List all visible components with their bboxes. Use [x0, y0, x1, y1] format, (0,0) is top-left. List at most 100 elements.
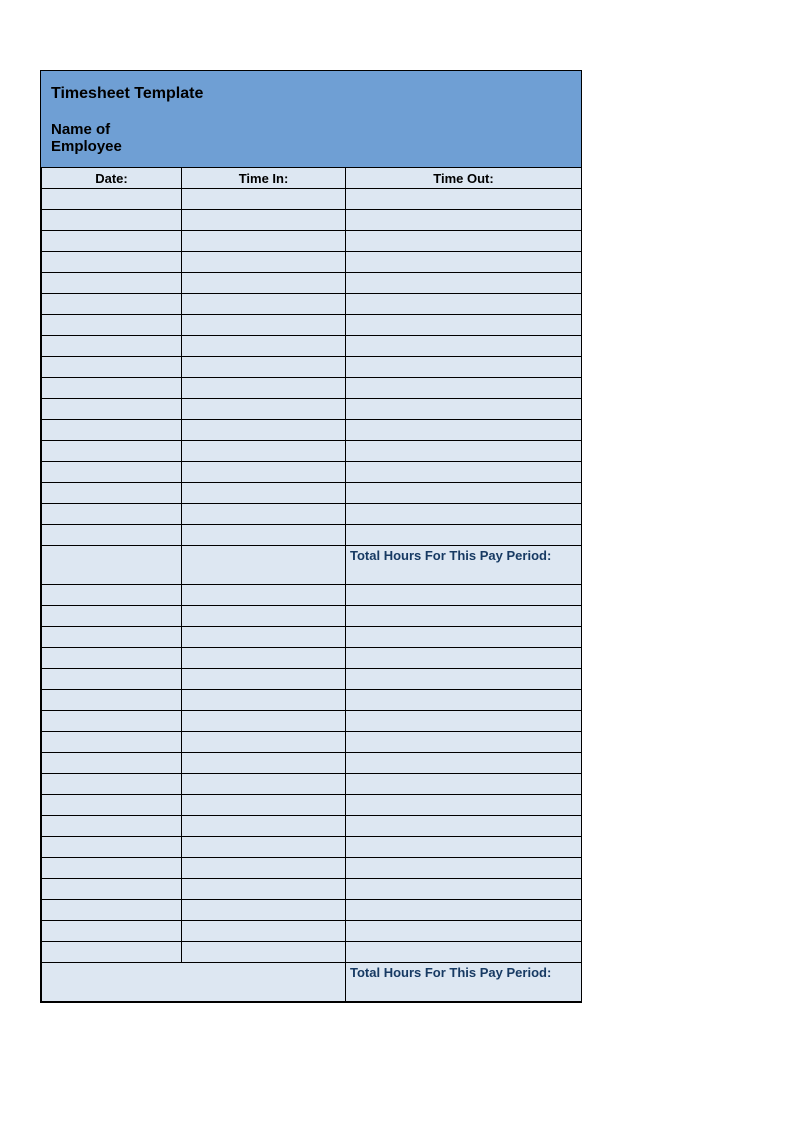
cell[interactable]	[42, 732, 182, 753]
cell[interactable]	[346, 690, 582, 711]
cell[interactable]	[182, 900, 346, 921]
cell[interactable]	[346, 732, 582, 753]
cell[interactable]	[42, 900, 182, 921]
cell[interactable]	[346, 858, 582, 879]
cell[interactable]	[42, 315, 182, 336]
cell[interactable]	[182, 252, 346, 273]
cell[interactable]	[42, 627, 182, 648]
cell[interactable]	[346, 504, 582, 525]
cell[interactable]	[346, 669, 582, 690]
cell[interactable]	[346, 711, 582, 732]
cell[interactable]	[346, 606, 582, 627]
cell[interactable]	[42, 606, 182, 627]
cell[interactable]	[346, 315, 582, 336]
cell[interactable]	[182, 627, 346, 648]
cell[interactable]	[182, 441, 346, 462]
cell[interactable]	[346, 648, 582, 669]
cell[interactable]	[42, 399, 182, 420]
cell[interactable]	[346, 378, 582, 399]
footer-span-cell[interactable]	[42, 963, 346, 1002]
cell[interactable]	[182, 462, 346, 483]
cell[interactable]	[42, 483, 182, 504]
cell[interactable]	[42, 774, 182, 795]
cell[interactable]	[42, 795, 182, 816]
cell[interactable]	[42, 273, 182, 294]
cell[interactable]	[346, 273, 582, 294]
cell[interactable]	[182, 525, 346, 546]
cell[interactable]	[346, 189, 582, 210]
cell[interactable]	[42, 648, 182, 669]
cell[interactable]	[346, 294, 582, 315]
cell[interactable]	[42, 816, 182, 837]
cell[interactable]	[182, 837, 346, 858]
cell[interactable]	[42, 336, 182, 357]
cell[interactable]	[42, 942, 182, 963]
cell[interactable]	[346, 900, 582, 921]
cell[interactable]	[182, 585, 346, 606]
cell[interactable]	[182, 648, 346, 669]
cell[interactable]	[346, 837, 582, 858]
cell[interactable]	[346, 942, 582, 963]
cell[interactable]	[346, 210, 582, 231]
cell[interactable]	[346, 357, 582, 378]
cell[interactable]	[182, 921, 346, 942]
cell[interactable]	[42, 690, 182, 711]
cell[interactable]	[346, 462, 582, 483]
cell[interactable]	[182, 336, 346, 357]
cell[interactable]	[182, 483, 346, 504]
cell[interactable]	[42, 441, 182, 462]
cell[interactable]	[42, 711, 182, 732]
cell[interactable]	[42, 231, 182, 252]
cell[interactable]	[42, 189, 182, 210]
cell[interactable]	[182, 858, 346, 879]
cell[interactable]	[182, 732, 346, 753]
cell[interactable]	[42, 879, 182, 900]
cell[interactable]	[182, 378, 346, 399]
cell[interactable]	[42, 462, 182, 483]
cell[interactable]	[346, 921, 582, 942]
cell[interactable]	[182, 189, 346, 210]
cell[interactable]	[346, 774, 582, 795]
cell[interactable]	[182, 546, 346, 585]
cell[interactable]	[346, 585, 582, 606]
cell[interactable]	[346, 231, 582, 252]
cell[interactable]	[42, 504, 182, 525]
cell[interactable]	[42, 858, 182, 879]
cell[interactable]	[182, 231, 346, 252]
cell[interactable]	[182, 816, 346, 837]
cell[interactable]	[346, 252, 582, 273]
cell[interactable]	[346, 795, 582, 816]
cell[interactable]	[346, 753, 582, 774]
cell[interactable]	[182, 795, 346, 816]
cell[interactable]	[182, 294, 346, 315]
cell[interactable]	[182, 420, 346, 441]
cell[interactable]	[346, 627, 582, 648]
cell[interactable]	[42, 546, 182, 585]
cell[interactable]	[182, 399, 346, 420]
cell[interactable]	[182, 504, 346, 525]
cell[interactable]	[42, 753, 182, 774]
cell[interactable]	[182, 774, 346, 795]
cell[interactable]	[42, 357, 182, 378]
cell[interactable]	[346, 399, 582, 420]
cell[interactable]	[182, 711, 346, 732]
cell[interactable]	[42, 294, 182, 315]
cell[interactable]	[182, 315, 346, 336]
cell[interactable]	[346, 420, 582, 441]
cell[interactable]	[346, 879, 582, 900]
cell[interactable]	[346, 816, 582, 837]
cell[interactable]	[42, 378, 182, 399]
cell[interactable]	[346, 525, 582, 546]
cell[interactable]	[42, 837, 182, 858]
cell[interactable]	[182, 669, 346, 690]
cell[interactable]	[182, 357, 346, 378]
cell[interactable]	[182, 273, 346, 294]
cell[interactable]	[42, 210, 182, 231]
cell[interactable]	[346, 336, 582, 357]
cell[interactable]	[42, 921, 182, 942]
cell[interactable]	[182, 753, 346, 774]
cell[interactable]	[182, 606, 346, 627]
cell[interactable]	[346, 441, 582, 462]
cell[interactable]	[42, 252, 182, 273]
cell[interactable]	[182, 210, 346, 231]
